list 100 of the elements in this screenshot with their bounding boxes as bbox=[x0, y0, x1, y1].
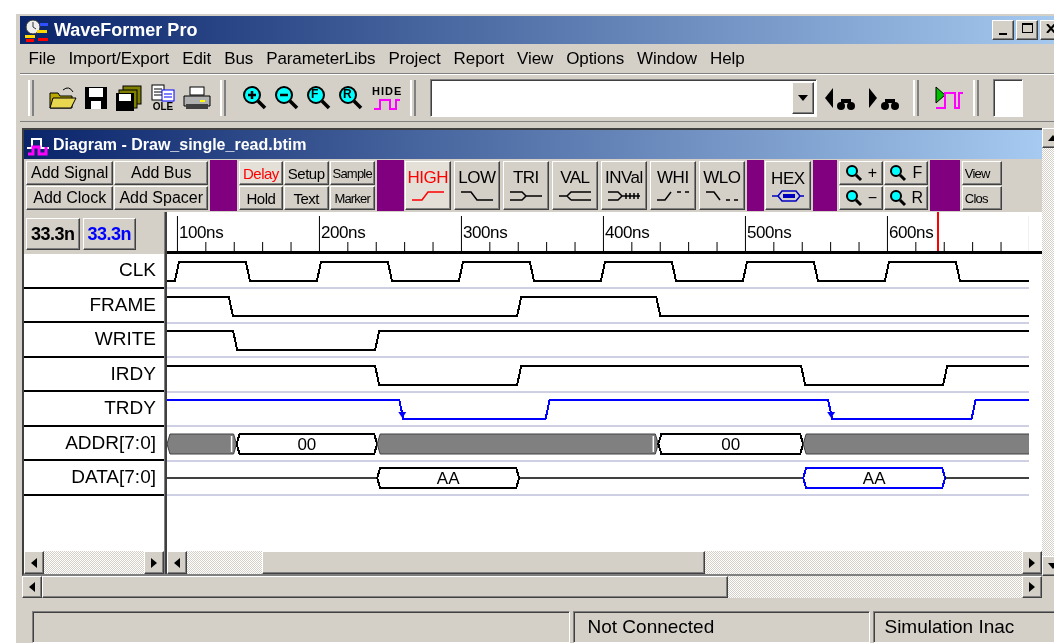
toolbar-grip[interactable] bbox=[913, 80, 920, 116]
state-button[interactable]: LOW bbox=[453, 161, 500, 210]
time-label: 200ns bbox=[320, 223, 366, 242]
timing-button[interactable]: Hold bbox=[239, 186, 283, 210]
magnifier-icon bbox=[844, 164, 863, 182]
period-button[interactable]: 33.3n bbox=[82, 218, 137, 250]
hex-button[interactable]: HEX bbox=[764, 161, 811, 210]
toolbar-separator bbox=[210, 160, 237, 211]
zoom-out-icon[interactable] bbox=[272, 84, 300, 112]
bus-glyph-icon bbox=[769, 188, 806, 203]
open-folder-icon[interactable] bbox=[48, 84, 78, 112]
maximize-button[interactable] bbox=[1016, 20, 1038, 40]
scroll-button[interactable] bbox=[167, 551, 187, 574]
bus-value: 00 bbox=[657, 433, 805, 455]
minimize-icon bbox=[999, 33, 1007, 35]
timing-button[interactable]: Marker bbox=[329, 186, 375, 210]
cursor-line bbox=[937, 212, 939, 251]
time-label: 300ns bbox=[462, 223, 508, 242]
toolbar-grip[interactable] bbox=[973, 80, 980, 116]
arrow-icon bbox=[151, 557, 157, 568]
menu-item[interactable]: View bbox=[510, 48, 560, 69]
magnifier-icon bbox=[888, 189, 907, 207]
state-button[interactable]: TRI bbox=[502, 161, 549, 210]
zoom-in-icon[interactable] bbox=[240, 84, 268, 112]
signal-name[interactable]: FRAME bbox=[24, 288, 164, 323]
menu-item[interactable]: File bbox=[22, 48, 62, 69]
scroll-button[interactable] bbox=[22, 576, 42, 598]
window-title: WaveFormer Pro bbox=[54, 19, 198, 41]
time-label: 100ns bbox=[178, 223, 224, 242]
zoom-button[interactable]: F bbox=[883, 161, 928, 185]
zoom-button[interactable]: − bbox=[838, 186, 883, 210]
state-button[interactable]: INVal bbox=[600, 161, 647, 210]
menu-item[interactable]: Report bbox=[447, 48, 511, 69]
dropdown-field[interactable] bbox=[430, 79, 818, 117]
scroll-button[interactable] bbox=[1022, 576, 1042, 598]
floppy-disks-icon[interactable] bbox=[114, 84, 144, 112]
menu-item[interactable]: Edit bbox=[175, 48, 218, 69]
toolbar-grip[interactable] bbox=[28, 80, 34, 116]
scroll-button[interactable] bbox=[144, 551, 164, 574]
status-text: Simulation Inac bbox=[873, 611, 1054, 643]
timing-button[interactable]: Setup bbox=[283, 161, 329, 185]
signal-name[interactable]: CLK bbox=[24, 254, 164, 289]
menu-item[interactable]: Help bbox=[703, 48, 752, 69]
window-button[interactable]: View bbox=[961, 161, 1002, 185]
input-field[interactable] bbox=[993, 79, 1024, 117]
play-waveform-icon[interactable] bbox=[933, 84, 966, 112]
signal-name[interactable]: TRDY bbox=[24, 392, 164, 427]
scroll-button[interactable] bbox=[24, 551, 44, 574]
document-icon bbox=[150, 84, 176, 102]
add-button[interactable]: Add Clock bbox=[26, 186, 114, 210]
arrow-icon bbox=[29, 582, 35, 592]
magnifier-icon bbox=[889, 164, 908, 182]
scrollbar-thumb[interactable] bbox=[262, 551, 705, 574]
toolbar-separator bbox=[929, 160, 960, 211]
zoom-button[interactable]: R bbox=[883, 186, 928, 210]
time-label: 600ns bbox=[888, 223, 934, 242]
state-button[interactable]: WLO bbox=[698, 161, 745, 210]
zoom-button[interactable]: + bbox=[838, 161, 883, 185]
toolbar-grip[interactable] bbox=[220, 80, 226, 116]
menu-item[interactable]: Import/Export bbox=[62, 48, 176, 69]
toolbar-grip[interactable] bbox=[410, 80, 417, 116]
menu-item[interactable]: Project bbox=[381, 48, 448, 69]
time-label: 500ns bbox=[746, 223, 792, 242]
timing-button[interactable]: Sample bbox=[329, 161, 375, 185]
arrow-icon bbox=[1029, 557, 1035, 568]
scrollbar-track[interactable] bbox=[24, 551, 164, 574]
state-button[interactable]: VAL bbox=[551, 161, 598, 210]
scrollbar-thumb[interactable] bbox=[42, 576, 728, 598]
signal-name[interactable]: IRDY bbox=[24, 357, 164, 392]
arrow-icon bbox=[174, 557, 180, 568]
signal-name[interactable]: ADDR[7:0] bbox=[24, 426, 164, 461]
window-title: Diagram - Draw_single_read.btim bbox=[53, 135, 307, 154]
add-button[interactable]: Add Spacer bbox=[114, 186, 208, 210]
bus-value: 00 bbox=[235, 433, 379, 455]
scrollbar-track[interactable] bbox=[167, 551, 1042, 574]
minimize-button[interactable] bbox=[992, 20, 1014, 40]
scroll-button[interactable] bbox=[1022, 551, 1042, 574]
signal-name[interactable]: DATA[7:0] bbox=[24, 461, 164, 496]
bus-value: AA bbox=[376, 467, 521, 489]
state-button[interactable]: WHI bbox=[649, 161, 696, 210]
add-button[interactable]: Add Signal bbox=[26, 161, 114, 185]
bus-value: AA bbox=[802, 467, 947, 489]
scrollbar-track[interactable] bbox=[22, 576, 1042, 598]
window-button[interactable]: Clos bbox=[961, 186, 1002, 210]
ole-document-icon[interactable]: OLE bbox=[148, 84, 178, 112]
printer-icon[interactable] bbox=[182, 84, 212, 112]
toolbar-separator bbox=[812, 160, 837, 211]
menu-item[interactable]: ParameterLibs bbox=[259, 48, 382, 69]
timing-button[interactable]: Text bbox=[283, 186, 329, 210]
menu-item[interactable]: Window bbox=[630, 48, 704, 69]
status-text: Not Connected bbox=[572, 611, 871, 643]
period-button[interactable]: 33.3n bbox=[26, 218, 80, 250]
menu-item[interactable]: Options bbox=[559, 48, 631, 69]
arrow-icon bbox=[798, 95, 809, 101]
add-button[interactable]: Add Bus bbox=[114, 161, 208, 185]
maximize-icon bbox=[1021, 23, 1033, 33]
signal-name[interactable]: WRITE bbox=[24, 323, 164, 358]
app-logo-icon bbox=[24, 18, 50, 42]
arrow-icon bbox=[31, 557, 37, 568]
menu-item[interactable]: Bus bbox=[217, 48, 260, 69]
